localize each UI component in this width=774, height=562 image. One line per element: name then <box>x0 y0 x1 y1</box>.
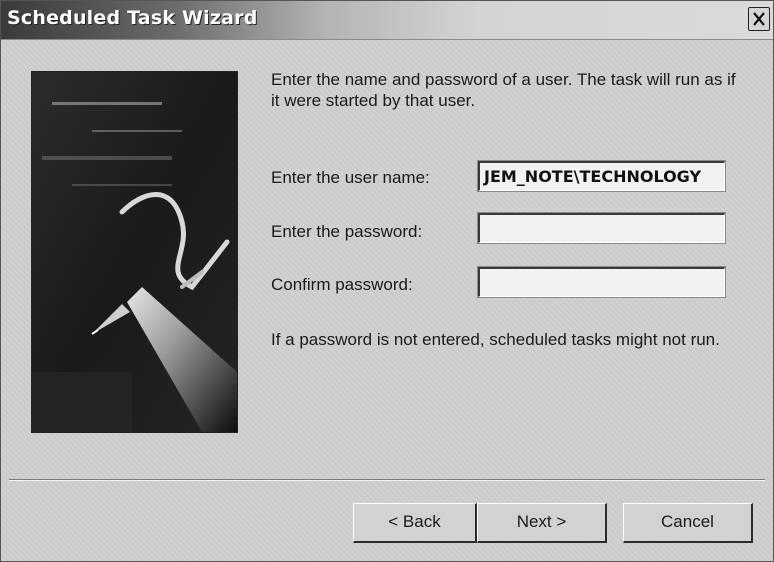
password-warning-text: If a password is not entered, scheduled … <box>271 330 720 349</box>
wizard-illustration <box>31 71 238 433</box>
window-title: Scheduled Task Wizard <box>7 7 258 29</box>
password-label: Enter the password: <box>271 222 423 241</box>
close-icon <box>753 12 765 26</box>
confirm-password-input[interactable] <box>477 266 726 298</box>
cancel-button[interactable]: Cancel <box>623 503 753 543</box>
button-separator <box>9 479 765 481</box>
title-bar[interactable]: Scheduled Task Wizard <box>1 1 773 40</box>
back-button[interactable]: < Back <box>353 503 477 543</box>
password-input[interactable] <box>477 212 726 244</box>
user-name-input[interactable]: JEM_NOTE\TECHNOLOGY <box>477 160 726 192</box>
next-button[interactable]: Next > <box>477 503 607 543</box>
scheduled-task-wizard-window: Scheduled Task Wizard Enter the name and… <box>0 0 774 562</box>
confirm-password-label: Confirm password: <box>271 275 413 294</box>
user-name-label: Enter the user name: <box>271 168 430 187</box>
close-button[interactable] <box>748 7 770 31</box>
pen-illustration-icon <box>32 72 237 432</box>
instructions-text: Enter the name and password of a user. T… <box>271 70 736 110</box>
